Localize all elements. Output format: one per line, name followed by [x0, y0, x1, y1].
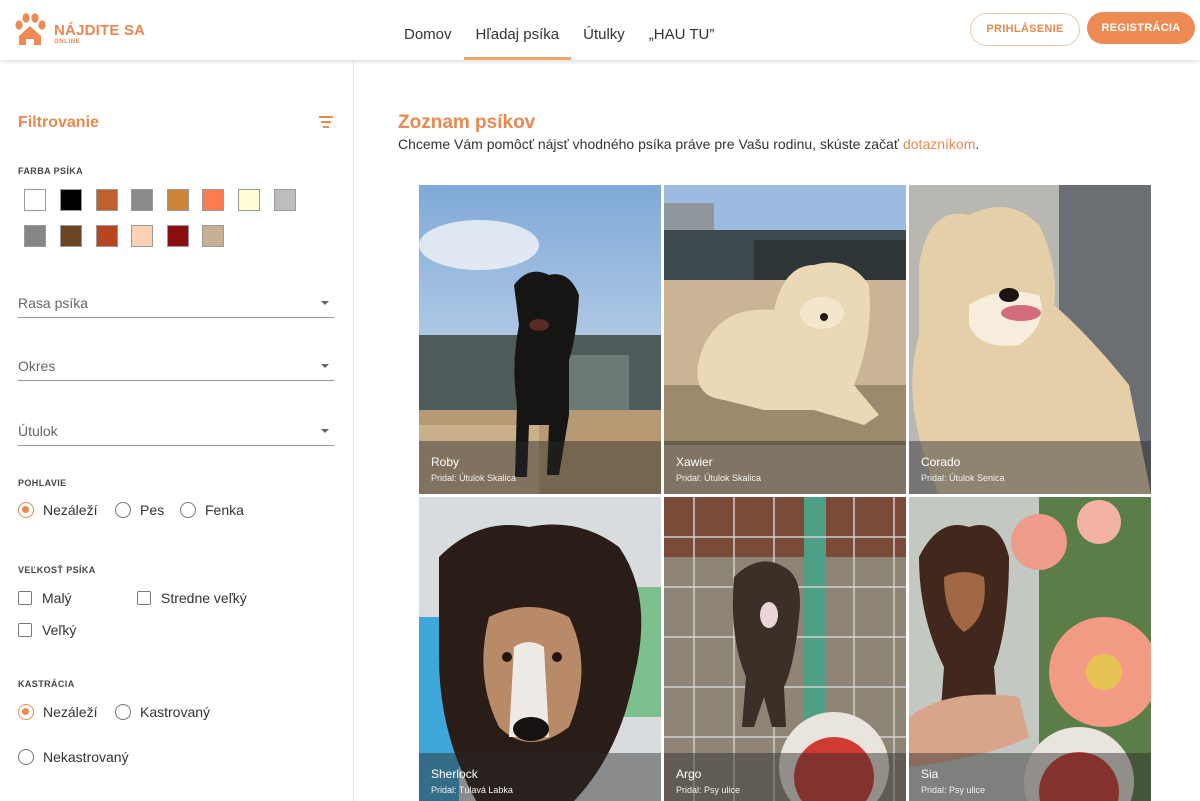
- dropdown-arrow-icon: [321, 429, 329, 433]
- radio-icon[interactable]: [180, 502, 196, 518]
- questionnaire-link[interactable]: dotazníkom: [903, 136, 975, 152]
- dropdown-arrow-icon: [321, 301, 329, 305]
- color-swatch-maroon[interactable]: [167, 225, 189, 247]
- dog-name: Sherlock: [431, 767, 478, 781]
- nav-hau-tu[interactable]: „HAU TU”: [637, 0, 727, 60]
- dog-added-by: Pridal: Túlavá Labka: [431, 785, 513, 795]
- dog-name: Corado: [921, 455, 961, 469]
- filter-title: Filtrovanie: [18, 114, 99, 131]
- dog-card[interactable]: Xawier Pridal: Útulok Skalica: [664, 185, 906, 494]
- register-button[interactable]: REGISTRÁCIA: [1087, 12, 1195, 44]
- radio-icon[interactable]: [115, 502, 131, 518]
- size-label: VEĽKOSŤ PSÍKA: [18, 565, 96, 575]
- dog-name: Roby: [431, 455, 460, 469]
- dog-added-by: Pridal: Psy ulice: [676, 785, 741, 795]
- breed-select-label: Rasa psíka: [18, 295, 89, 311]
- dog-name: Argo: [676, 767, 702, 781]
- castration-label: KASTRÁCIA: [18, 679, 75, 689]
- radio-selected-icon[interactable]: [18, 704, 34, 720]
- color-swatch-red-brown[interactable]: [96, 225, 118, 247]
- castration-option-intact[interactable]: Nekastrovaný: [18, 749, 129, 765]
- castration-option-any[interactable]: Nezáleží: [18, 704, 97, 720]
- subtitle-text: Chceme Vám pomôcť nájsť vhodného psíka p…: [398, 136, 903, 152]
- color-swatch-dark-gray[interactable]: [24, 225, 46, 247]
- color-swatch-cream[interactable]: [238, 189, 260, 211]
- nav-find-dog[interactable]: Hľadaj psíka: [463, 0, 572, 60]
- district-select-label: Okres: [18, 358, 56, 374]
- gender-option-male[interactable]: Pes: [115, 502, 164, 518]
- login-button[interactable]: PRIHLÁSENIE: [970, 13, 1080, 46]
- size-option-large[interactable]: Veľký: [18, 622, 76, 638]
- logo[interactable]: NÁJDITE SA ONLINE: [12, 10, 172, 50]
- dog-card[interactable]: Roby Pridal: Útulok Skalica: [419, 185, 661, 494]
- gender-option-label: Pes: [140, 502, 165, 518]
- checkbox-icon[interactable]: [18, 623, 32, 637]
- color-label: FARBA PSÍKA: [18, 166, 84, 176]
- castration-option-label: Nekastrovaný: [43, 749, 129, 765]
- size-option-label: Malý: [42, 590, 72, 606]
- color-swatch-black[interactable]: [60, 189, 82, 211]
- dog-card[interactable]: Argo Pridal: Psy ulice: [664, 497, 906, 801]
- gender-option-female[interactable]: Fenka: [180, 502, 244, 518]
- checkbox-icon[interactable]: [18, 591, 32, 605]
- radio-icon[interactable]: [115, 704, 131, 720]
- brand-name: NÁJDITE SA: [54, 22, 146, 39]
- checkbox-icon[interactable]: [137, 591, 151, 605]
- district-select[interactable]: Okres: [18, 351, 334, 381]
- dog-caption: Roby Pridal: Útulok Skalica: [419, 441, 661, 494]
- color-swatch-brown[interactable]: [60, 225, 82, 247]
- radio-icon[interactable]: [18, 749, 34, 765]
- castration-option-neutered[interactable]: Kastrovaný: [115, 704, 210, 720]
- dog-card[interactable]: Corado Pridal: Útulok Senica: [909, 185, 1151, 494]
- nav-shelters[interactable]: Útulky: [571, 0, 637, 60]
- paw-icon: [15, 13, 46, 45]
- dog-caption: Sia Pridal: Psy ulice: [909, 753, 1151, 801]
- dog-added-by: Pridal: Útulok Senica: [921, 473, 1005, 483]
- dog-caption: Corado Pridal: Útulok Senica: [909, 441, 1151, 494]
- color-swatch-ochre[interactable]: [167, 189, 189, 211]
- gender-label: POHLAVIE: [18, 478, 67, 488]
- gender-option-label: Fenka: [205, 502, 244, 518]
- dog-card[interactable]: Sherlock Pridal: Túlavá Labka: [419, 497, 661, 801]
- gender-option-any[interactable]: Nezáleží: [18, 502, 97, 518]
- dog-added-by: Pridal: Útulok Skalica: [431, 473, 517, 483]
- dog-name: Sia: [921, 767, 939, 781]
- dog-added-by: Pridal: Psy ulice: [921, 785, 986, 795]
- dog-grid: Roby Pridal: Útulok Skalica Xawier Prida…: [419, 185, 1153, 801]
- size-option-small[interactable]: Malý: [18, 590, 72, 606]
- color-swatch-tan[interactable]: [202, 225, 224, 247]
- nav-home[interactable]: Domov: [392, 0, 464, 60]
- main-nav: Domov Hľadaj psíka Útulky „HAU TU”: [392, 0, 726, 60]
- top-bar: NÁJDITE SA ONLINE Domov Hľadaj psíka Útu…: [0, 0, 1200, 60]
- gender-option-label: Nezáleží: [43, 502, 98, 518]
- dropdown-arrow-icon: [321, 364, 329, 368]
- subtitle-end: .: [975, 136, 980, 152]
- color-swatch-rust[interactable]: [96, 189, 118, 211]
- dog-caption: Sherlock Pridal: Túlavá Labka: [419, 753, 661, 801]
- filter-list-icon[interactable]: [318, 116, 334, 128]
- size-option-medium[interactable]: Stredne veľký: [137, 590, 247, 606]
- castration-option-label: Nezáleží: [43, 704, 98, 720]
- breed-select[interactable]: Rasa psíka: [18, 288, 334, 318]
- color-swatch-silver[interactable]: [274, 189, 296, 211]
- shelter-select[interactable]: Útulok: [18, 416, 334, 446]
- dog-added-by: Pridal: Útulok Skalica: [676, 473, 762, 483]
- color-swatch-coral[interactable]: [202, 189, 224, 211]
- shelter-select-label: Útulok: [18, 423, 58, 439]
- dog-card[interactable]: Sia Pridal: Psy ulice: [909, 497, 1151, 801]
- color-swatch-peach[interactable]: [131, 225, 153, 247]
- dog-name: Xawier: [676, 455, 713, 469]
- castration-option-label: Kastrovaný: [140, 704, 211, 720]
- filter-sidebar: Filtrovanie FARBA PSÍKA Rasa psíka Okres…: [0, 60, 354, 801]
- size-option-label: Veľký: [42, 622, 77, 638]
- dog-caption: Xawier Pridal: Útulok Skalica: [664, 441, 906, 494]
- brand-sub: ONLINE: [54, 39, 81, 45]
- page-title: Zoznam psíkov: [398, 112, 536, 133]
- page-subtitle: Chceme Vám pomôcť nájsť vhodného psíka p…: [398, 136, 979, 152]
- dog-caption: Argo Pridal: Psy ulice: [664, 753, 906, 801]
- color-swatch-gray[interactable]: [131, 189, 153, 211]
- radio-selected-icon[interactable]: [18, 502, 34, 518]
- size-option-label: Stredne veľký: [161, 590, 247, 606]
- color-swatch-white[interactable]: [24, 189, 46, 211]
